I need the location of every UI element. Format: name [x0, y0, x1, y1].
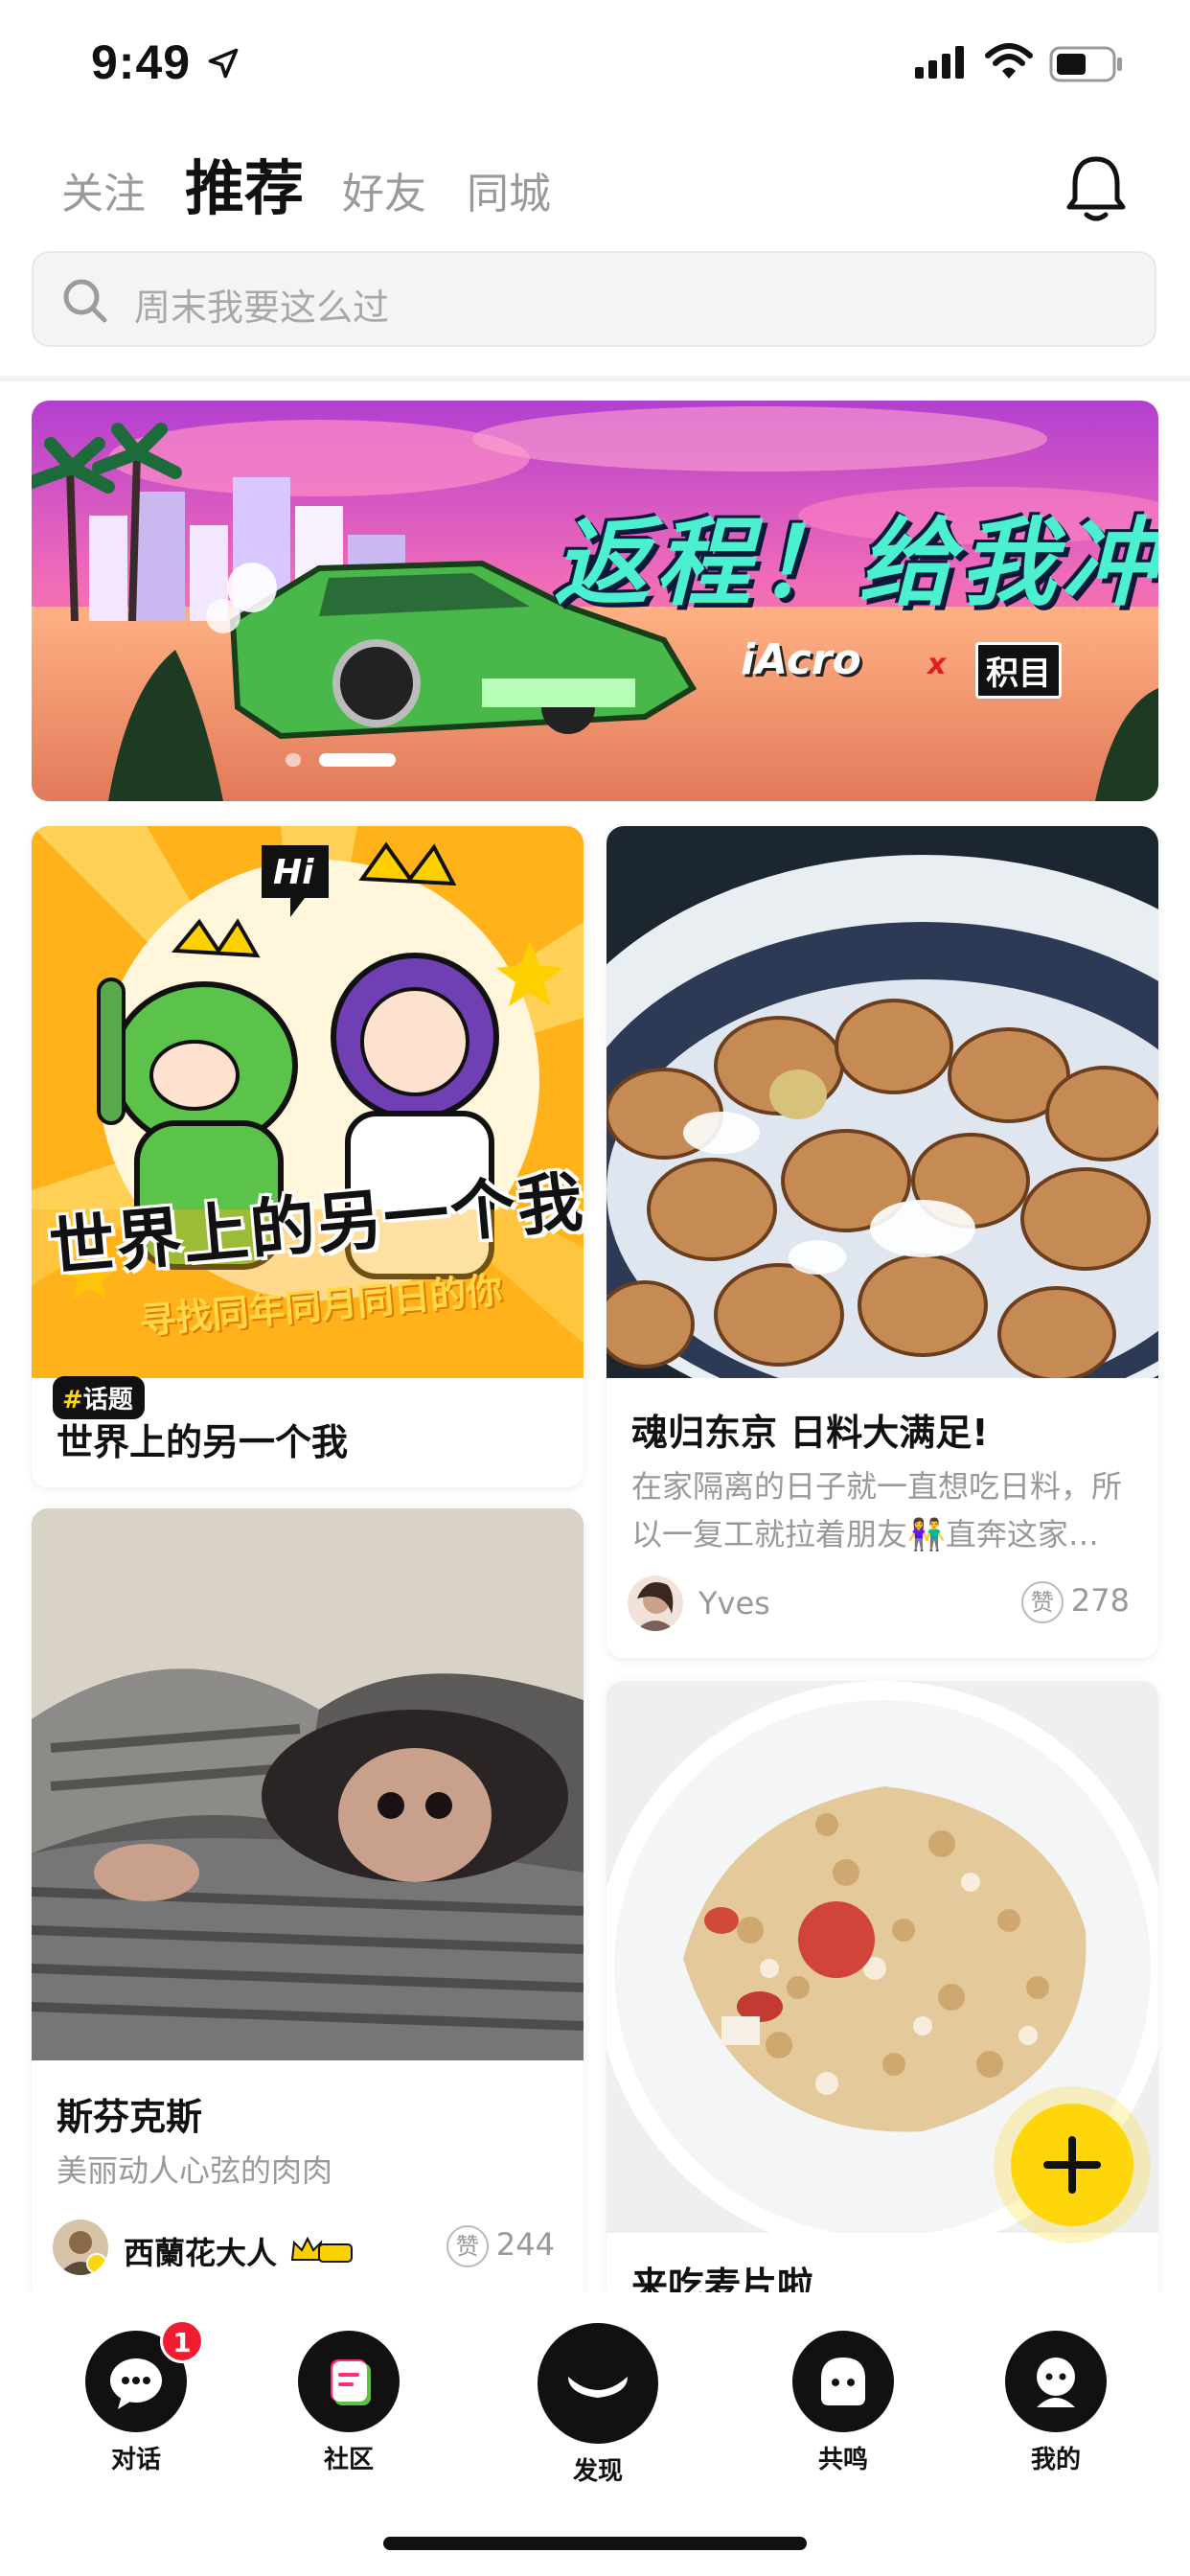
discover-icon: [538, 2323, 658, 2444]
nav-label: 共鸣: [817, 2446, 868, 2474]
post-image-sphynx: [32, 1508, 584, 2060]
create-post-button[interactable]: [1011, 2104, 1133, 2226]
feed-tabs: 关注 推荐 好友 同城: [0, 144, 1190, 240]
post-desc-sphynx: 美丽动人心弦的肉肉: [57, 2152, 333, 2189]
banner-partner-logo: 积目: [975, 642, 1062, 699]
like-icon: 赞: [446, 2225, 489, 2267]
author-name-sphynx[interactable]: 西蘭花大人: [124, 2229, 277, 2273]
post-card-sphynx[interactable]: 斯芬克斯 美丽动人心弦的肉肉 西蘭花大人 赞 244: [32, 1508, 584, 2304]
resonance-icon: [792, 2331, 894, 2432]
location-arrow-icon: [208, 48, 239, 79]
nav-chat[interactable]: 1 对话: [69, 2319, 204, 2475]
author-avatar-sphynx[interactable]: [53, 2220, 108, 2275]
topic-title: 世界上的另一个我: [57, 1421, 349, 1463]
search-icon: [63, 279, 107, 323]
nav-label: 对话: [110, 2446, 161, 2474]
community-icon: [298, 2331, 400, 2432]
status-time: 9:49: [91, 35, 192, 89]
banner-collab-x: x: [927, 648, 947, 681]
like-icon: 赞: [1020, 1581, 1064, 1623]
bottom-navigation: 1 对话 社区 发现 共鸣 我的: [0, 2292, 1190, 2576]
promo-banner[interactable]: 返程！给我冲! iAcro x 积目: [32, 401, 1158, 801]
status-bar: 9:49: [0, 0, 1190, 125]
wifi-icon: [985, 43, 1033, 79]
section-divider: [0, 376, 1190, 381]
author-avatar-food[interactable]: [628, 1576, 683, 1631]
post-desc-food-line2: 以一复工就拉着朋友👫直奔这家…: [631, 1516, 1099, 1552]
topic-card[interactable]: Hi 世界上的另一个我 寻找同年同月同日的你 #话题 世界上的另一个我: [32, 826, 584, 1487]
search-bar[interactable]: 周末我要这么过: [32, 251, 1156, 347]
nav-community[interactable]: 社区: [282, 2331, 416, 2475]
topic-badge-hash: #: [62, 1386, 83, 1414]
post-title-food: 魂归东京 日料大满足!: [631, 1412, 989, 1454]
cellular-signal-icon: [915, 46, 964, 79]
nav-label: 社区: [323, 2446, 374, 2474]
author-name-food[interactable]: Yves: [698, 1585, 770, 1622]
home-indicator: [383, 2537, 807, 2550]
battery-icon: [1049, 46, 1122, 82]
topic-art-hi: Hi: [273, 853, 314, 892]
post-card-food[interactable]: 魂归东京 日料大满足! 在家隔离的日子就一直想吃日料，所 以一复工就拉着朋友👫直…: [606, 826, 1158, 1658]
like-count-value: 278: [1070, 1582, 1130, 1619]
profile-icon: [1005, 2331, 1107, 2432]
like-count-value: 244: [495, 2226, 555, 2263]
tab-nearby[interactable]: 同城: [467, 159, 551, 220]
post-title-sphynx: 斯芬克斯: [57, 2096, 203, 2138]
search-placeholder: 周末我要这么过: [134, 287, 390, 329]
tab-follow[interactable]: 关注: [61, 159, 146, 220]
vip-crown-icon: [290, 2236, 353, 2263]
nav-resonance[interactable]: 共鸣: [776, 2331, 910, 2475]
like-count-sphynx[interactable]: 赞 244: [446, 2225, 555, 2267]
tab-recommend[interactable]: 推荐: [185, 140, 304, 226]
chat-icon: 1: [85, 2319, 204, 2432]
like-count-food[interactable]: 赞 278: [1020, 1581, 1130, 1623]
plus-icon: [1043, 2136, 1101, 2194]
tab-friends[interactable]: 好友: [342, 159, 426, 220]
banner-brand-logo: iAcro: [741, 635, 861, 684]
nav-profile[interactable]: 我的: [989, 2331, 1123, 2475]
notification-bell-icon[interactable]: [1064, 153, 1129, 224]
nav-label: 我的: [1030, 2446, 1081, 2474]
post-image-food: [606, 826, 1158, 1378]
topic-badge-label: 话题: [82, 1386, 133, 1414]
unread-badge: 1: [160, 2319, 204, 2363]
nav-label: 发现: [572, 2457, 623, 2486]
post-desc-food-line1: 在家隔离的日子就一直想吃日料，所: [631, 1468, 1123, 1505]
nav-discover[interactable]: 发现: [531, 2323, 665, 2487]
banner-title: 返程！给我冲!: [554, 507, 1158, 619]
